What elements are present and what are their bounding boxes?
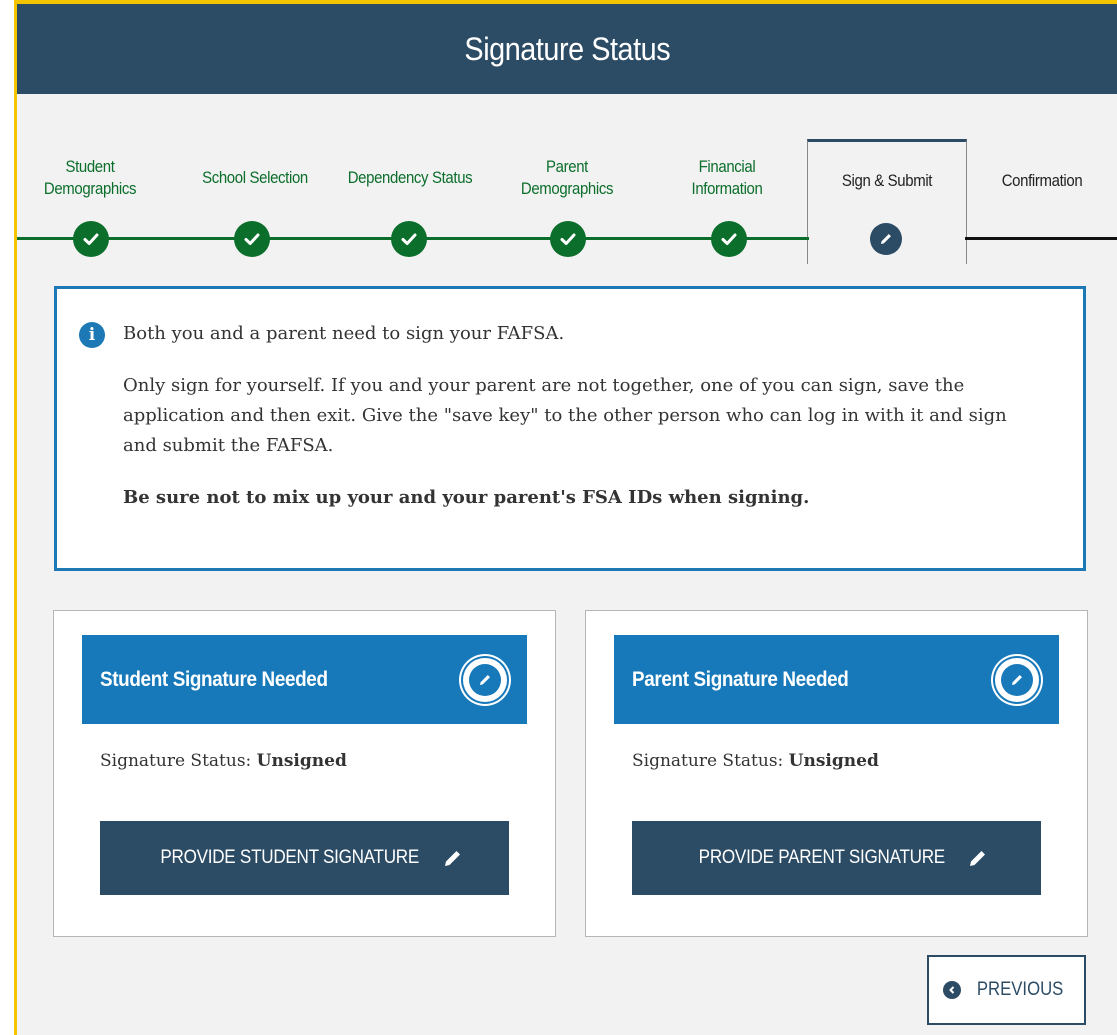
step-sign-and-submit[interactable]: Sign & Submit (812, 170, 962, 192)
check-icon (711, 221, 747, 257)
parent-signature-status: Signature Status: Unsigned (632, 751, 879, 771)
student-card-header: Student Signature Needed (82, 635, 527, 724)
pencil-icon (970, 851, 986, 866)
check-icon (234, 221, 270, 257)
step-label-line1: Sign & Submit (841, 171, 933, 190)
step-label-line1: Financial (698, 157, 756, 176)
step-label-line1: Confirmation (1001, 171, 1083, 190)
step-label-line1: School Selection (202, 168, 308, 187)
step-school-selection[interactable]: School Selection (180, 167, 330, 189)
step-student-demographics[interactable]: Student Demographics (35, 156, 145, 200)
status-value: Unsigned (788, 751, 879, 771)
page-title: Signature Status (464, 30, 670, 67)
check-icon (391, 221, 427, 257)
step-label-line2: Information (691, 179, 763, 198)
parent-card-title: Parent Signature Needed (632, 667, 849, 691)
progress-track-remaining (965, 237, 1117, 240)
provide-parent-signature-button[interactable]: PROVIDE PARENT SIGNATURE (632, 821, 1041, 895)
step-parent-demographics[interactable]: Parent Demographics (507, 156, 627, 200)
page-header: Signature Status (17, 4, 1117, 94)
pencil-icon (445, 851, 461, 866)
check-icon (73, 221, 109, 257)
parent-card-header: Parent Signature Needed (614, 635, 1059, 724)
step-label-line1: Parent (546, 157, 588, 176)
info-line-1: Both you and a parent need to sign your … (123, 323, 565, 344)
step-dependency-status[interactable]: Dependency Status (330, 167, 490, 189)
student-card-title: Student Signature Needed (100, 667, 328, 691)
step-financial-information[interactable]: Financial Information (672, 156, 782, 200)
info-line-2: Only sign for yourself. If you and your … (123, 375, 1007, 456)
status-value: Unsigned (256, 751, 347, 771)
provide-student-signature-button[interactable]: PROVIDE STUDENT SIGNATURE (100, 821, 509, 895)
info-line-3: Be sure not to mix up your and your pare… (123, 487, 810, 508)
step-label-line1: Student (65, 157, 115, 176)
info-alert: i Both you and a parent need to sign you… (54, 286, 1086, 571)
pencil-icon (870, 223, 902, 255)
previous-button[interactable]: PREVIOUS (927, 955, 1086, 1025)
student-signature-status: Signature Status: Unsigned (100, 751, 347, 771)
frame-left-border (0, 0, 17, 1035)
step-confirmation[interactable]: Confirmation (972, 170, 1112, 192)
button-label: PROVIDE STUDENT SIGNATURE (160, 847, 419, 868)
button-label: PROVIDE PARENT SIGNATURE (698, 847, 945, 868)
previous-label: PREVIOUS (977, 979, 1064, 1000)
signature-seal-icon (463, 657, 507, 702)
parent-signature-card: Parent Signature Needed Signature Status… (585, 610, 1088, 937)
app-container: Signature Status Student Demographics Sc… (17, 4, 1117, 1035)
step-label-line2: Demographics (520, 179, 614, 198)
progress-stepper: Student Demographics School Selection De… (17, 94, 1117, 264)
student-signature-card: Student Signature Needed Signature Statu… (53, 610, 556, 937)
step-label-line1: Dependency Status (347, 168, 473, 187)
check-icon (550, 221, 586, 257)
info-icon: i (79, 322, 105, 348)
status-label: Signature Status: (100, 751, 257, 771)
status-label: Signature Status: (632, 751, 789, 771)
signature-seal-icon (995, 657, 1039, 702)
step-label-line2: Demographics (43, 179, 137, 198)
chevron-left-icon (943, 981, 962, 999)
